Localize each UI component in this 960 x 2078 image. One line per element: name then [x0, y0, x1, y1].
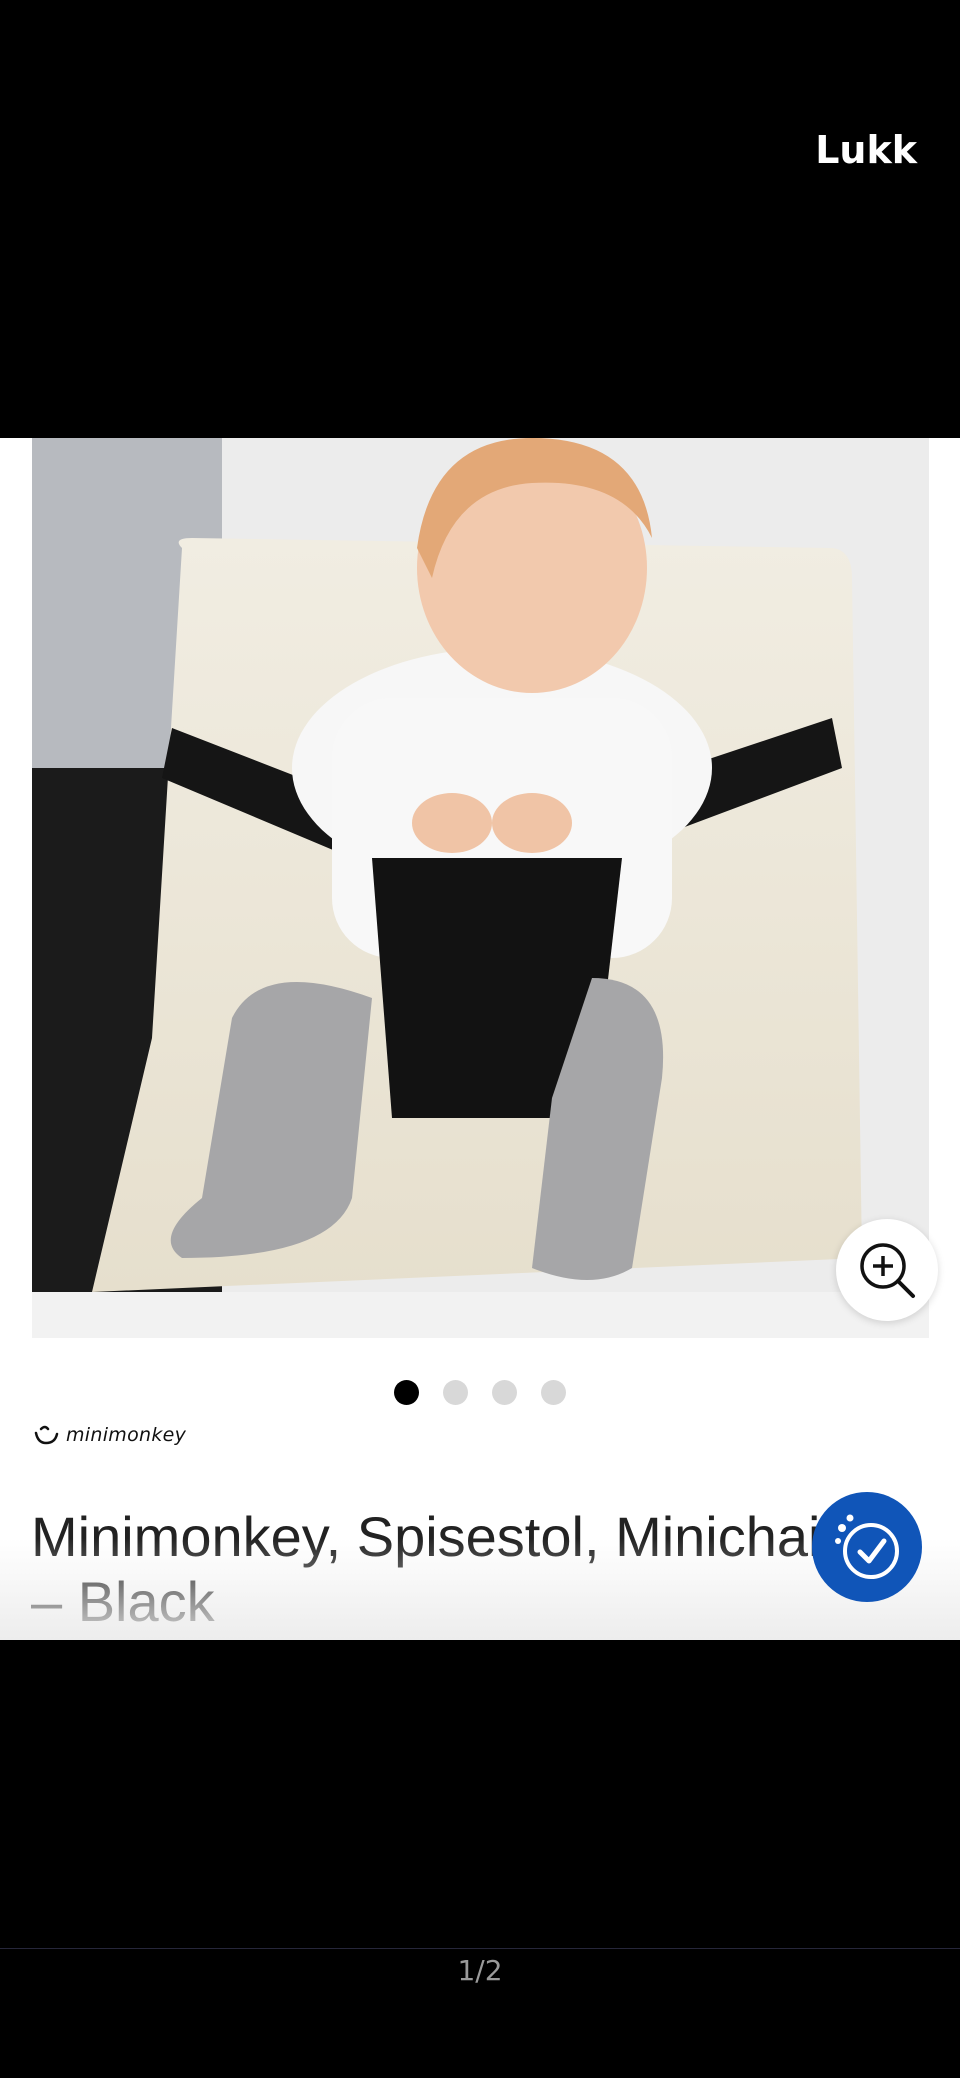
product-card: minimonkey Minimonkey, Spisestol, Minich… [0, 438, 960, 1640]
carousel-dot-1[interactable] [394, 1380, 419, 1405]
zoom-in-icon [860, 1243, 915, 1298]
product-image-container [32, 438, 938, 1338]
close-button[interactable]: Lukk [815, 128, 917, 172]
carousel-dot-2[interactable] [443, 1380, 468, 1405]
bottom-divider [0, 1948, 960, 1949]
carousel-dot-4[interactable] [541, 1380, 566, 1405]
accessibility-button[interactable] [812, 1492, 922, 1602]
page-indicator: 1/2 [457, 1954, 503, 1987]
carousel-dot-3[interactable] [492, 1380, 517, 1405]
carousel-dots [0, 1380, 960, 1405]
brand-name: minimonkey [66, 1424, 187, 1446]
product-title: Minimonkey, Spisestol, Minichair Po – Bl… [31, 1505, 923, 1633]
brand-logo[interactable]: minimonkey [32, 1423, 186, 1447]
zoom-button[interactable] [836, 1219, 938, 1321]
accessibility-check-icon [835, 1514, 899, 1579]
product-image[interactable] [32, 438, 929, 1292]
minimonkey-logo-icon [34, 1425, 59, 1445]
